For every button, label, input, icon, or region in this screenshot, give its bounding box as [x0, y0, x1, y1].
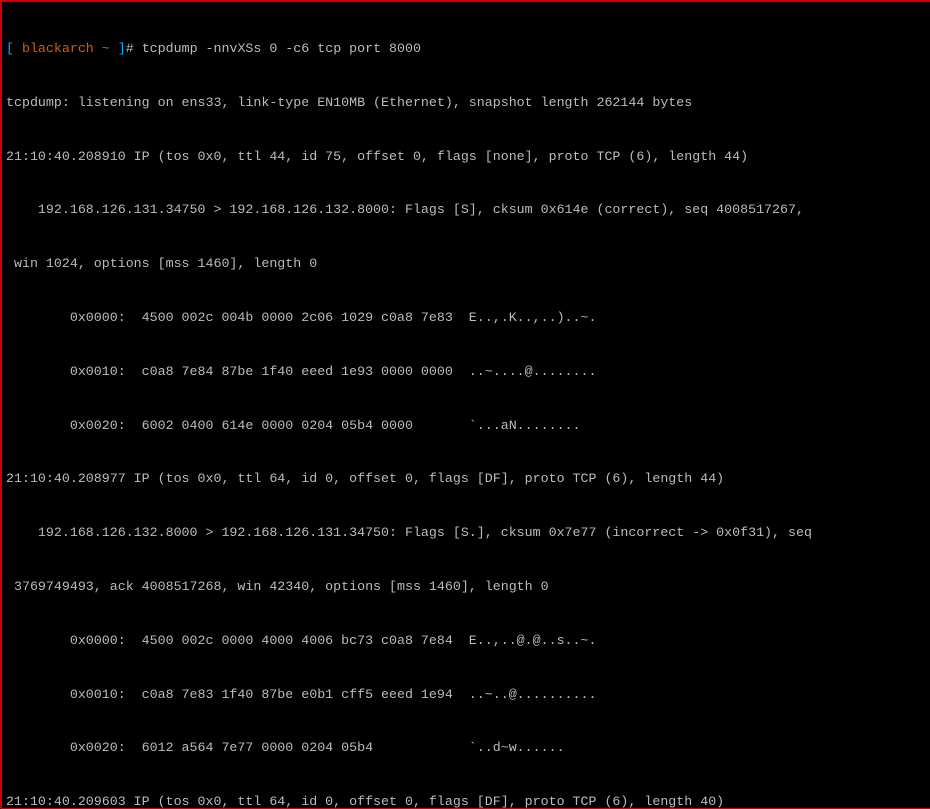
- prompt-host: blackarch: [14, 41, 94, 56]
- output-line: 21:10:40.208977 IP (tos 0x0, ttl 64, id …: [6, 470, 926, 488]
- output-line: tcpdump: listening on ens33, link-type E…: [6, 94, 926, 112]
- output-line: 3769749493, ack 4008517268, win 42340, o…: [6, 578, 926, 596]
- prompt-bracket-open: [: [6, 41, 14, 56]
- prompt-hash: #: [126, 41, 142, 56]
- prompt-path: ~: [94, 41, 118, 56]
- output-line: win 1024, options [mss 1460], length 0: [6, 255, 926, 273]
- output-line: 21:10:40.208910 IP (tos 0x0, ttl 44, id …: [6, 148, 926, 166]
- output-line: 0x0010: c0a8 7e84 87be 1f40 eeed 1e93 00…: [6, 363, 926, 381]
- output-line: 0x0020: 6002 0400 614e 0000 0204 05b4 00…: [6, 417, 926, 435]
- output-line: 0x0020: 6012 a564 7e77 0000 0204 05b4 `.…: [6, 739, 926, 757]
- output-line: 21:10:40.209603 IP (tos 0x0, ttl 64, id …: [6, 793, 926, 809]
- output-line: 0x0000: 4500 002c 004b 0000 2c06 1029 c0…: [6, 309, 926, 327]
- output-line: 192.168.126.131.34750 > 192.168.126.132.…: [6, 201, 926, 219]
- output-line: 0x0010: c0a8 7e83 1f40 87be e0b1 cff5 ee…: [6, 686, 926, 704]
- output-line: 192.168.126.132.8000 > 192.168.126.131.3…: [6, 524, 926, 542]
- prompt-line: [ blackarch ~ ]# tcpdump -nnvXSs 0 -c6 t…: [6, 40, 926, 58]
- command-text: tcpdump -nnvXSs 0 -c6 tcp port 8000: [142, 41, 421, 56]
- terminal-window[interactable]: [ blackarch ~ ]# tcpdump -nnvXSs 0 -c6 t…: [2, 2, 930, 809]
- output-line: 0x0000: 4500 002c 0000 4000 4006 bc73 c0…: [6, 632, 926, 650]
- prompt-bracket-close: ]: [118, 41, 126, 56]
